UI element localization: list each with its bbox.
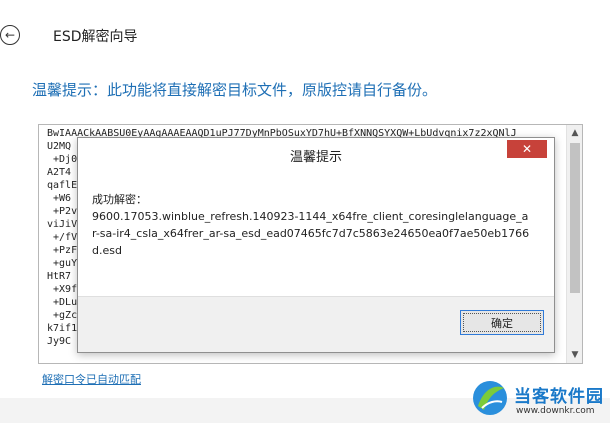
arrow-left-icon: ← bbox=[4, 28, 16, 42]
watermark-logo-icon bbox=[473, 381, 507, 415]
dialog-close-button[interactable]: ✕ bbox=[507, 140, 547, 158]
dialog-body: 成功解密： 9600.17053.winblue_refresh.140923-… bbox=[78, 168, 554, 296]
message-dialog: 温馨提示 ✕ 成功解密： 9600.17053.winblue_refresh.… bbox=[77, 137, 555, 353]
app-title: ESD解密向导 bbox=[53, 29, 138, 45]
dialog-title: 温馨提示 bbox=[289, 150, 342, 165]
dialog-message: 成功解密： 9600.17053.winblue_refresh.140923-… bbox=[92, 191, 532, 259]
watermark-url: www.downkr.com bbox=[516, 406, 595, 416]
scrollbar[interactable]: ▲ ▼ bbox=[566, 125, 582, 363]
dialog-footer: 确定 bbox=[78, 296, 554, 352]
title-bar: ← ESD解密向导 bbox=[0, 0, 610, 62]
auto-match-link[interactable]: 解密口令已自动匹配 bbox=[42, 371, 141, 387]
dialog-message-file: 9600.17053.winblue_refresh.140923-1144_x… bbox=[92, 210, 530, 257]
dialog-titlebar: 温馨提示 ✕ bbox=[78, 138, 554, 168]
watermark-title: 当客软件园 bbox=[514, 387, 604, 407]
scroll-up-icon[interactable]: ▲ bbox=[567, 125, 582, 141]
ok-button[interactable]: 确定 bbox=[460, 310, 544, 335]
close-icon: ✕ bbox=[521, 142, 533, 156]
back-button[interactable]: ← bbox=[0, 25, 20, 45]
scroll-thumb[interactable] bbox=[570, 143, 580, 293]
scroll-down-icon[interactable]: ▼ bbox=[567, 347, 582, 363]
watermark: 当客软件园 www.downkr.com bbox=[470, 378, 610, 422]
dialog-message-label: 成功解密： bbox=[92, 193, 147, 206]
tip-heading: 温馨提示：此功能将直接解密目标文件，原版控请自行备份。 bbox=[32, 81, 438, 99]
